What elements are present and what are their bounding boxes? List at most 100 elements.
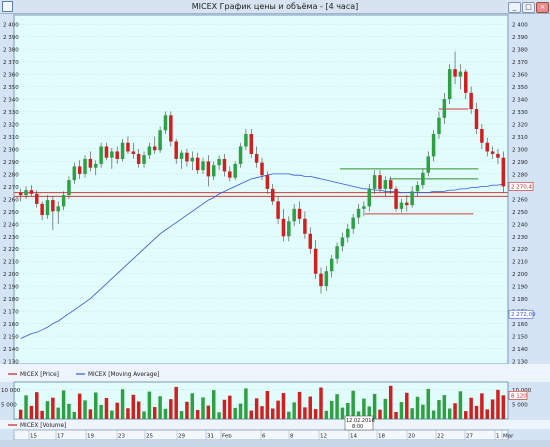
candle-body: [276, 201, 280, 219]
time-label: 12: [320, 434, 327, 440]
time-label: 17: [57, 434, 64, 440]
candle-body: [442, 99, 447, 118]
price-volume-chart[interactable]: 2 400 2 400 2 390 2 390 2 380 2 380 2 370 2 370…: [0, 0, 550, 447]
candle-body: [410, 191, 414, 206]
candle-body: [405, 202, 409, 206]
candle-body: [383, 180, 388, 189]
candle-body: [356, 208, 361, 218]
volume-bar: [147, 391, 152, 419]
volume-bar: [442, 395, 447, 419]
y-tick-right: 2 220: [512, 247, 528, 253]
volume-bar: [474, 405, 479, 419]
candle-body: [206, 161, 211, 177]
volume-bar: [421, 404, 425, 419]
y-tick-right: 2 260: [512, 197, 528, 203]
volume-bar: [238, 403, 243, 419]
volume-bar: [61, 390, 66, 419]
y-tick-right: 2 360: [512, 73, 528, 79]
y-tick-right: 2 160: [512, 322, 528, 328]
volume-tick-left: 10 000: [1, 388, 21, 394]
candle-body: [238, 146, 243, 164]
y-tick-right: 2 210: [512, 260, 528, 266]
volume-bar: [222, 399, 227, 419]
candle-body: [351, 217, 355, 229]
candle-body: [249, 133, 254, 154]
volume-bar: [94, 392, 98, 419]
candle-body: [485, 142, 489, 152]
volume-bar: [126, 408, 130, 419]
y-tick-right: 2 300: [512, 147, 528, 153]
y-tick-right: 2 390: [512, 35, 528, 41]
volume-bar: [115, 402, 119, 419]
volume-bar: [431, 410, 436, 419]
candle-body: [94, 163, 98, 168]
y-tick-right: 2 130: [512, 360, 528, 366]
volume-bar: [453, 403, 457, 419]
candle-body: [83, 158, 87, 174]
candle-body: [501, 157, 506, 187]
volume-bar: [131, 394, 136, 419]
volume-bar: [169, 399, 173, 419]
candle-body: [421, 172, 425, 186]
y-tick-right: 2 240: [512, 222, 528, 228]
horizontal-scrollbar[interactable]: [0, 440, 550, 447]
volume-bar: [206, 405, 211, 419]
volume-bar: [319, 387, 323, 419]
volume-bar: [120, 389, 125, 419]
volume-bar: [415, 396, 420, 419]
volume-bar: [104, 398, 109, 419]
volume-bar: [276, 400, 280, 419]
volume-bar: [99, 405, 103, 419]
volume-bar: [490, 399, 495, 419]
candle-body: [297, 208, 302, 219]
y-tick-right: 2 200: [512, 272, 528, 278]
candle-body: [185, 152, 189, 162]
volume-bar: [35, 392, 39, 419]
candle-body: [287, 221, 291, 237]
time-label: 29: [178, 434, 185, 440]
y-tick-left: 2 370: [3, 60, 19, 66]
volume-bar: [383, 398, 388, 419]
candle-body: [437, 117, 441, 134]
candle-body: [104, 146, 109, 158]
volume-bar: [211, 390, 216, 419]
volume-bar: [469, 397, 473, 419]
candle-body: [346, 228, 350, 238]
volume-bar: [228, 395, 232, 419]
y-tick-left: 2 240: [3, 222, 19, 228]
legend-label: MICEX [Moving Average]: [88, 372, 159, 378]
volume-bar: [394, 412, 398, 419]
candle-body: [222, 158, 227, 172]
volume-bar: [136, 401, 141, 419]
candle-body: [292, 208, 296, 222]
candle-body: [163, 115, 168, 131]
candle-body: [51, 200, 55, 212]
candle-body: [458, 71, 463, 77]
volume-bar: [297, 391, 302, 419]
price-panel[interactable]: [13, 14, 509, 365]
volume-bar: [287, 411, 291, 419]
candle-body: [431, 133, 436, 157]
volume-bar: [281, 393, 286, 419]
candle-body: [260, 162, 264, 176]
y-tick-right: 2 250: [512, 210, 528, 216]
candle-body: [217, 158, 221, 166]
candle-body: [399, 202, 404, 209]
time-label: 27: [466, 434, 473, 440]
volume-bar: [405, 392, 409, 419]
candle-body: [61, 195, 66, 207]
y-tick-right: 2 310: [512, 135, 528, 141]
candle-body: [474, 109, 479, 130]
candle-body: [415, 185, 420, 192]
candle-body: [169, 115, 173, 142]
volume-bar: [56, 407, 60, 419]
volume-bar: [340, 407, 345, 419]
volume-bar: [308, 396, 313, 419]
volume-bar: [437, 400, 441, 419]
volume-bar: [480, 393, 484, 419]
candle-body: [126, 142, 130, 152]
volume-bar: [179, 411, 184, 419]
time-label: 8: [290, 434, 294, 440]
volume-bar: [142, 411, 146, 419]
y-tick-left: 2 350: [3, 85, 19, 91]
